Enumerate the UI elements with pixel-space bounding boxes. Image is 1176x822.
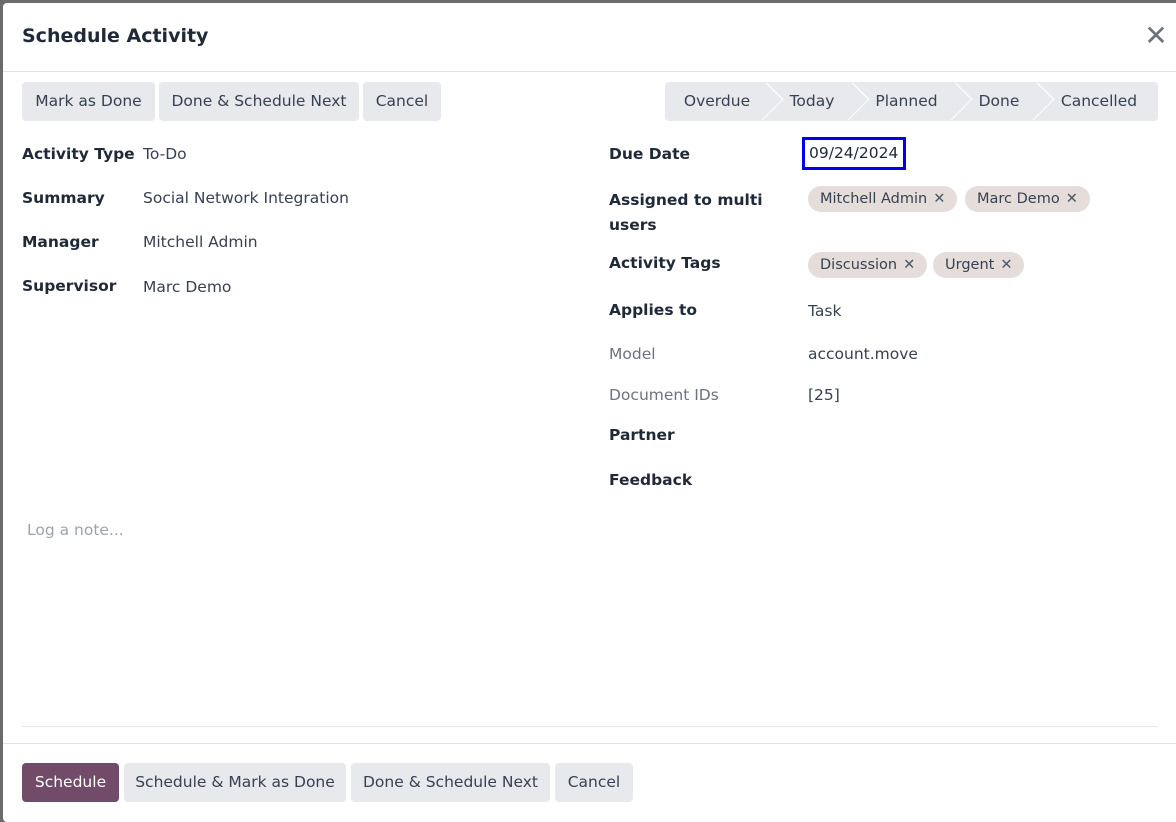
dialog-header: Schedule Activity ✕ [3,3,1176,72]
applies-to-label: Applies to [609,301,698,319]
tag-label: Urgent [945,257,995,273]
activity-type-label: Activity Type [22,145,135,163]
status-planned[interactable]: Planned [855,82,958,121]
assigned-label: Assigned to multi users [609,191,763,234]
log-note-input[interactable]: Log a note... [27,521,124,539]
remove-tag-icon[interactable]: ✕ [933,191,945,207]
cancel-button[interactable]: Cancel [363,82,441,121]
due-date-field[interactable]: 09/24/2024 [802,137,906,170]
summary-field[interactable]: Social Network Integration [143,189,349,207]
user-tag: Marc Demo ✕ [965,186,1090,212]
activity-tag: Urgent ✕ [933,252,1025,278]
tag-label: Marc Demo [977,191,1060,207]
remove-tag-icon[interactable]: ✕ [1066,191,1078,207]
manager-label: Manager [22,233,99,251]
close-icon[interactable]: ✕ [1142,22,1170,51]
done-schedule-next-button[interactable]: Done & Schedule Next [159,82,359,121]
activity-tag: Discussion ✕ [808,252,928,278]
activity-tags-label: Activity Tags [609,254,721,272]
applies-to-field[interactable]: Task [808,302,841,320]
status-bar: Overdue Today Planned Done Cancelled [665,82,1158,121]
document-ids-value: [25] [808,386,840,404]
dialog-title: Schedule Activity [22,25,209,47]
tag-label: Discussion [820,257,898,273]
supervisor-field[interactable]: Marc Demo [143,278,231,296]
user-tag: Mitchell Admin ✕ [808,186,958,212]
model-value: account.move [808,345,918,363]
footer-divider [3,743,1176,744]
activity-type-field[interactable]: To-Do [143,145,187,163]
schedule-mark-done-button[interactable]: Schedule & Mark as Done [124,763,346,802]
status-done[interactable]: Done [958,82,1040,121]
status-overdue[interactable]: Overdue [665,82,769,121]
schedule-button[interactable]: Schedule [22,763,119,802]
status-today[interactable]: Today [769,82,855,121]
supervisor-label: Supervisor [22,277,117,295]
schedule-activity-dialog: Schedule Activity ✕ Mark as Done Done & … [3,3,1176,822]
document-ids-label: Document IDs [609,386,719,404]
manager-field[interactable]: Mitchell Admin [143,233,258,251]
model-label: Model [609,345,656,363]
footer-cancel-button[interactable]: Cancel [555,763,633,802]
remove-tag-icon[interactable]: ✕ [1000,257,1012,273]
status-cancelled[interactable]: Cancelled [1040,82,1158,121]
remove-tag-icon[interactable]: ✕ [903,257,915,273]
divider [22,726,1158,727]
footer-done-schedule-next-button[interactable]: Done & Schedule Next [351,763,550,802]
due-date-label: Due Date [609,145,691,163]
summary-label: Summary [22,189,105,207]
mark-as-done-button[interactable]: Mark as Done [22,82,155,121]
feedback-label: Feedback [609,471,693,489]
tag-label: Mitchell Admin [820,191,928,207]
partner-label: Partner [609,426,675,444]
